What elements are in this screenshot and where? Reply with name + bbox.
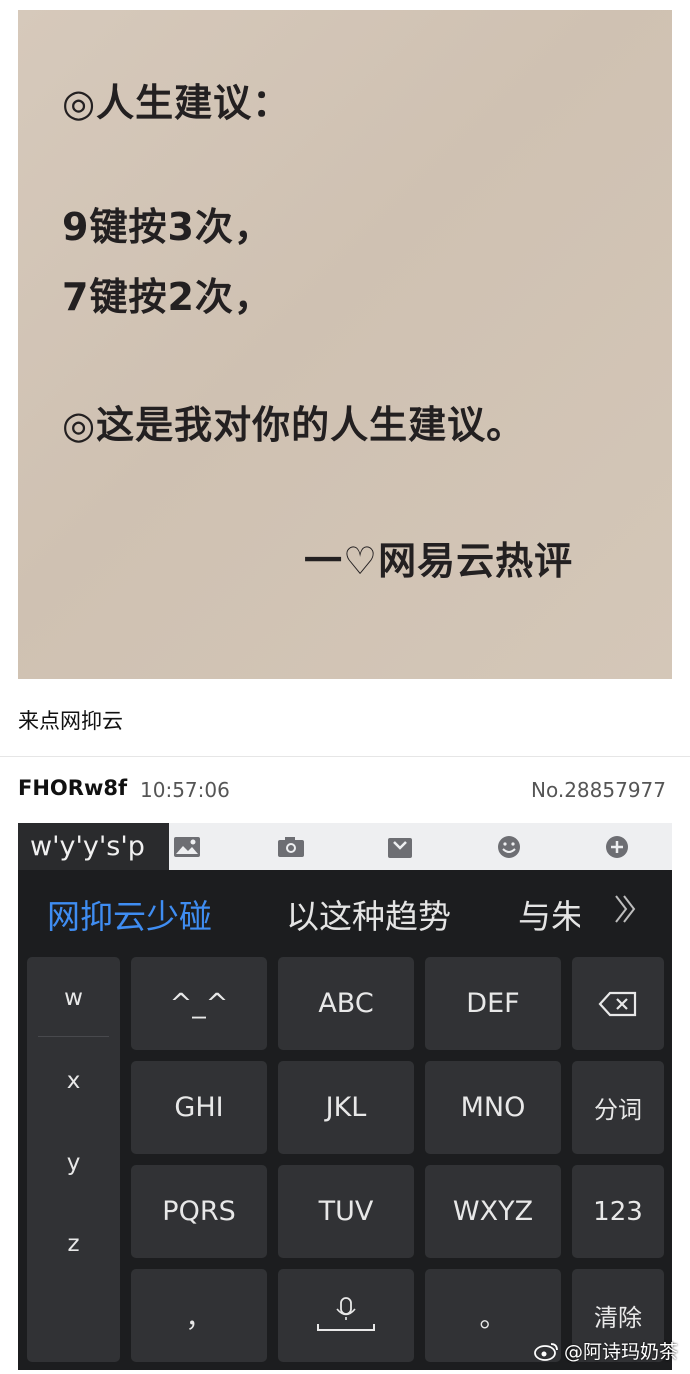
microphone-icon bbox=[317, 1296, 375, 1331]
username[interactable]: FHORw8f bbox=[18, 776, 127, 800]
letter-column-divider bbox=[38, 1036, 109, 1037]
letter-option-y[interactable]: y bbox=[27, 1150, 120, 1176]
key-emoticon[interactable]: ^_^ bbox=[131, 957, 267, 1050]
letter-option-x[interactable]: x bbox=[27, 1068, 120, 1094]
advice-conclusion: ◎这是我对你的人生建议。 bbox=[62, 403, 526, 447]
candidate-1[interactable]: 网抑云少碰 bbox=[47, 890, 212, 938]
key-pqrs[interactable]: PQRS bbox=[131, 1165, 267, 1258]
advice-title: ◎人生建议： bbox=[62, 81, 292, 125]
weibo-icon bbox=[534, 1342, 558, 1361]
key-ghi[interactable]: GHI bbox=[131, 1061, 267, 1154]
letter-option-w[interactable]: w bbox=[27, 985, 120, 1011]
backspace-icon bbox=[598, 991, 637, 1016]
key-def[interactable]: DEF bbox=[425, 957, 561, 1050]
expand-candidates-icon[interactable] bbox=[612, 892, 640, 926]
image-icon[interactable] bbox=[172, 835, 202, 859]
advice-line-1: 9键按3次， bbox=[62, 205, 273, 249]
advice-signature: 一♡网易云热评 bbox=[304, 539, 574, 583]
key-wxyz[interactable]: WXYZ bbox=[425, 1165, 561, 1258]
key-mno[interactable]: MNO bbox=[425, 1061, 561, 1154]
composing-text: w'y'y's'p bbox=[18, 823, 169, 870]
key-tuv[interactable]: TUV bbox=[278, 1165, 414, 1258]
letter-option-z[interactable]: z bbox=[27, 1231, 120, 1257]
key-numbers[interactable]: 123 bbox=[572, 1165, 664, 1258]
backspace-key[interactable] bbox=[572, 957, 664, 1050]
watermark-text: @阿诗玛奶茶 bbox=[563, 1341, 678, 1363]
post-time: 10:57:06 bbox=[140, 778, 230, 802]
candidate-2[interactable]: 以这种趋势 bbox=[286, 890, 451, 938]
space-key[interactable] bbox=[278, 1269, 414, 1362]
weibo-watermark: @阿诗玛奶茶 bbox=[534, 1337, 678, 1364]
post-caption: 来点网抑云 bbox=[18, 709, 123, 733]
bag-icon[interactable] bbox=[385, 835, 415, 859]
divider bbox=[0, 756, 690, 757]
emoji-icon[interactable] bbox=[494, 835, 524, 859]
photo-of-page: ◎人生建议： 9键按3次， 7键按2次， ◎这是我对你的人生建议。 一♡网易云热… bbox=[18, 10, 672, 679]
candidate-3[interactable]: 与朱 bbox=[518, 890, 580, 938]
camera-icon[interactable] bbox=[276, 835, 306, 859]
key-segment[interactable]: 分词 bbox=[572, 1061, 664, 1154]
key-comma[interactable]: ， bbox=[131, 1269, 267, 1362]
plus-icon[interactable] bbox=[602, 835, 632, 859]
post-number: No.28857977 bbox=[531, 778, 666, 802]
key-jkl[interactable]: JKL bbox=[278, 1061, 414, 1154]
advice-line-2: 7键按2次， bbox=[62, 275, 273, 319]
key-abc[interactable]: ABC bbox=[278, 957, 414, 1050]
